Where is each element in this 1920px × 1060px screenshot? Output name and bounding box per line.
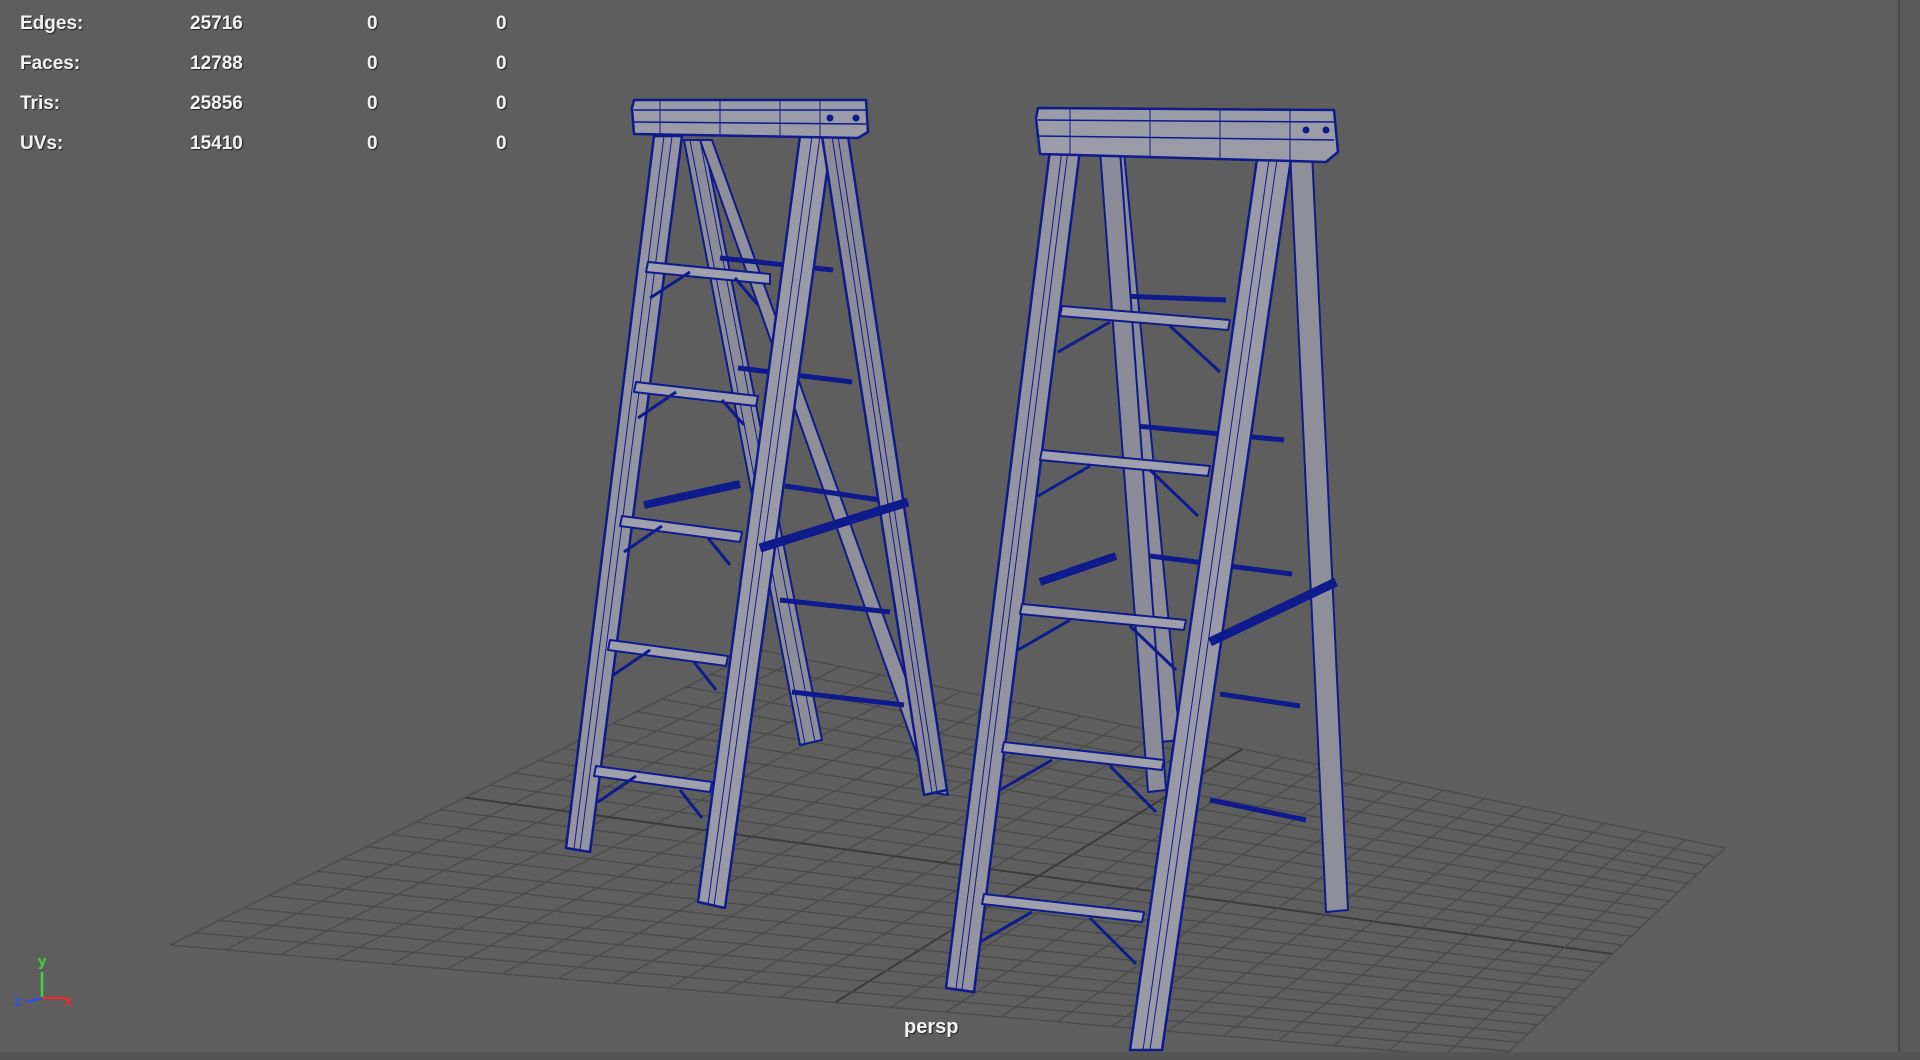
viewport-bottom-border [0,1052,1920,1060]
hud-value: 0 [496,53,507,74]
hud-value: 12788 [190,53,243,74]
grid-line [169,944,1501,1060]
hud-label: Faces: [20,53,81,74]
grid-line [1277,814,1565,1042]
ladder-left-icon[interactable] [564,98,949,910]
grid-line [1222,806,1525,1037]
grid-line [194,932,1510,1052]
camera-name-label: persp [904,1016,959,1038]
axis-x-label: x [64,993,73,1010]
axis-gizmo-icon: y x z [14,953,73,1010]
hud-value: 0 [496,13,507,34]
ground-grid [169,649,1726,1060]
hud-row-faces: Faces: 12788 0 0 [20,50,540,90]
viewport-right-border [1898,0,1920,1060]
perspective-viewport[interactable]: Edges: 25716 0 0 Faces: 12788 0 0 Tris: … [0,0,1920,1060]
hud-value: 0 [367,133,378,154]
hud-label: UVs: [20,133,64,154]
hud-value: 0 [496,133,507,154]
hud-value: 0 [367,93,378,114]
grid-line [268,895,1538,1026]
hud-value: 0 [367,53,378,74]
grid-line [440,809,1604,964]
poly-count-hud: Edges: 25716 0 0 Faces: 12788 0 0 Tris: … [20,10,540,170]
axis-z-label: z [14,993,22,1010]
hud-row-tris: Tris: 25856 0 0 [20,90,540,130]
hud-label: Edges: [20,13,84,34]
grid-line [292,882,1547,1017]
axis-y-label: y [38,953,47,970]
grid-line [1333,822,1605,1047]
hud-row-uvs: UVs: 15410 0 0 [20,130,540,170]
hud-value: 0 [367,13,378,34]
hud-value: 25856 [190,93,243,114]
hud-row-edges: Edges: 25716 0 0 [20,10,540,50]
grid-line [243,907,1529,1035]
hud-value: 25716 [190,13,243,34]
grid-line [464,796,1613,955]
hud-value: 0 [496,93,507,114]
hud-value: 15410 [190,133,243,154]
hud-label: Tris: [20,93,61,114]
